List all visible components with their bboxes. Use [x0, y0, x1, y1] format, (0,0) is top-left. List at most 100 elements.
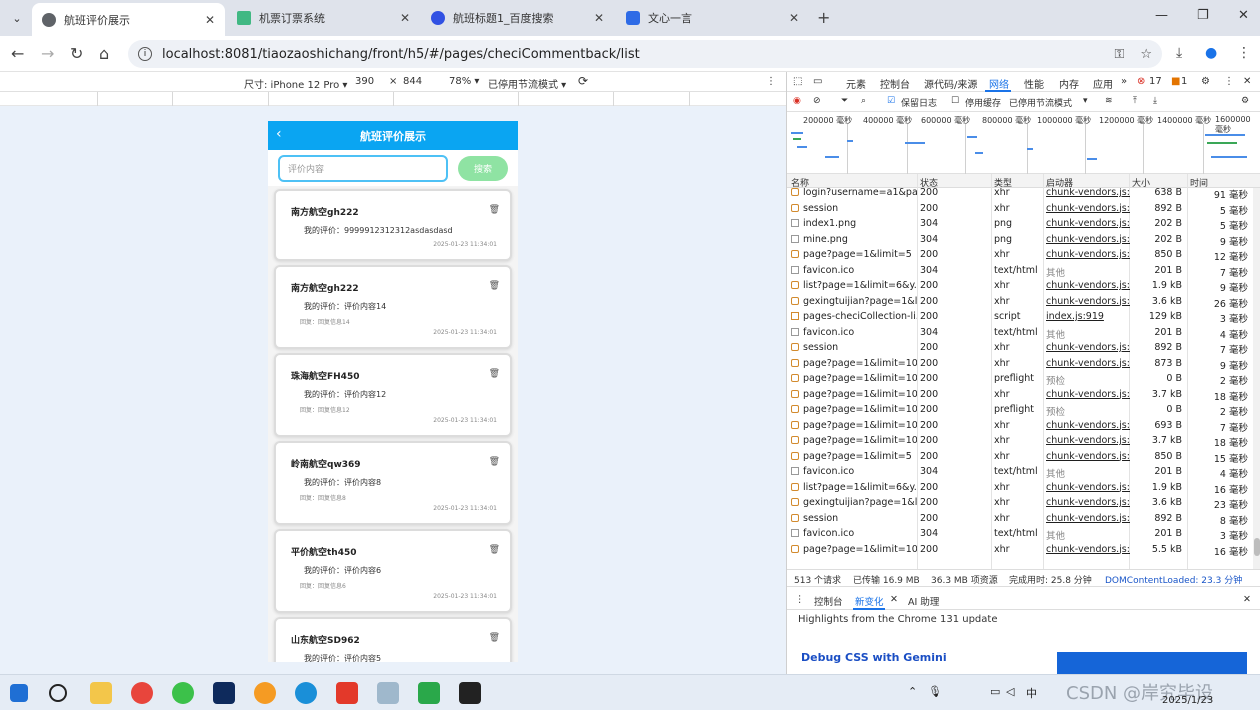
chevron-left-icon[interactable]: ‹	[276, 126, 282, 142]
close-icon[interactable]: ✕	[1243, 76, 1251, 87]
throttle-select[interactable]: 已停用节流模式 ▾	[488, 76, 566, 91]
network-request-row[interactable]: page?page=1&limit=10 200 preflight 预检 0 B 2 毫…	[787, 372, 1253, 388]
back-arrow-icon[interactable]: ←	[11, 44, 24, 63]
network-request-row[interactable]: page?page=1&limit=5 200 xhr chunk-vendors.j…	[787, 450, 1253, 466]
network-request-row[interactable]: page?page=1&limit=10... 200 preflight 预检 0 B…	[787, 403, 1253, 419]
record-icon[interactable]: ◉	[793, 96, 801, 106]
browser-tab[interactable]: 文心一言 ✕	[616, 3, 809, 33]
photoshop-icon[interactable]	[213, 682, 235, 704]
wps-icon[interactable]	[336, 682, 358, 704]
key-icon[interactable]: ⚿	[1114, 47, 1124, 62]
request-initiator[interactable]: chunk-vendors.js:14	[1046, 451, 1130, 462]
tab-console[interactable]: 控制台	[880, 76, 910, 91]
request-initiator[interactable]: chunk-vendors.js:14	[1046, 188, 1130, 198]
rotate-icon[interactable]: ⟳	[578, 74, 588, 88]
clock-date[interactable]: 2025/1/23	[1162, 695, 1213, 706]
request-initiator[interactable]: 其他	[1046, 327, 1130, 341]
request-initiator[interactable]: chunk-vendors.js:14	[1046, 249, 1130, 260]
network-request-row[interactable]: login?username=a1&pa... 200 xhr chunk-vendo…	[787, 188, 1253, 202]
network-request-row[interactable]: gexingtuijian?page=1&l... 200 xhr chunk-ven…	[787, 496, 1253, 512]
error-count[interactable]: 17	[1149, 76, 1162, 87]
network-request-row[interactable]: favicon.ico 304 text/html 其他 201 B 4 毫秒	[787, 326, 1253, 342]
volume-icon[interactable]: ◁	[1006, 685, 1014, 698]
feature-link[interactable]: Debug CSS with Gemini	[801, 651, 947, 664]
minimize-icon[interactable]: —	[1155, 8, 1168, 23]
network-request-row[interactable]: session 200 xhr chunk-vendors.js:14 892 B 7 毫…	[787, 341, 1253, 357]
drawer-tab-whats-new[interactable]: 新变化	[855, 594, 884, 608]
trash-icon[interactable]: 🗑	[489, 205, 500, 215]
trash-icon[interactable]: 🗑	[489, 369, 500, 379]
url-text[interactable]: localhost:8081/tiaozaoshichang/front/h5/…	[162, 47, 1098, 62]
close-icon[interactable]: ✕	[594, 11, 604, 25]
network-request-row[interactable]: page?page=1&limit=10 200 xhr chunk-vendors.…	[787, 434, 1253, 450]
comment-card[interactable]: 南方航空gh222 🗑 我的评价：9999912312312asdasdasd …	[274, 189, 512, 261]
device-toggle-icon[interactable]: ▭	[813, 76, 822, 87]
hbuilder-icon[interactable]	[418, 682, 440, 704]
comment-card[interactable]: 岭南航空qw369 🗑 我的评价：评价内容8 回复：回复信息8 2025-01-…	[274, 441, 512, 525]
close-icon[interactable]: ✕	[205, 13, 215, 27]
network-request-row[interactable]: page?page=1&limit=10 200 xhr chunk-vendors.…	[787, 543, 1253, 559]
search-button[interactable]: 搜索	[458, 155, 508, 181]
zoom-select[interactable]: 78% ▾	[449, 76, 479, 87]
more-tabs-icon[interactable]: »	[1121, 76, 1127, 87]
gear-icon[interactable]: ⚙	[1241, 96, 1249, 106]
chrome-icon[interactable]	[131, 682, 153, 704]
windows-start-icon[interactable]	[10, 684, 28, 702]
throttle-select[interactable]: 已停用节流模式	[1009, 96, 1072, 109]
close-icon[interactable]: ✕	[890, 594, 898, 605]
tab-elements[interactable]: 元素	[846, 76, 866, 91]
drawer-close-icon[interactable]: ✕	[1243, 594, 1251, 605]
request-initiator[interactable]: chunk-vendors.js:14	[1046, 420, 1130, 431]
network-request-row[interactable]: page?page=1&limit=5 200 xhr chunk-vendors.j…	[787, 248, 1253, 264]
device-width[interactable]: 390	[355, 76, 374, 87]
close-icon[interactable]: ✕	[400, 11, 410, 25]
request-initiator[interactable]: chunk-vendors.js:14	[1046, 296, 1130, 307]
browser-tab[interactable]: 航班标题1_百度搜索 ✕	[421, 3, 614, 33]
network-request-row[interactable]: gexingtuijian?page=1&l... 200 xhr chunk-ven…	[787, 295, 1253, 311]
download-icon[interactable]: ⤓	[1153, 96, 1157, 106]
network-request-row[interactable]: session 200 xhr chunk-vendors.js:14 892 B 8 毫…	[787, 512, 1253, 528]
device-select[interactable]: 尺寸: iPhone 12 Pro ▾	[244, 76, 347, 91]
network-request-row[interactable]: favicon.ico 304 text/html 其他 201 B 7 毫秒	[787, 264, 1253, 280]
tab-performance[interactable]: 性能	[1024, 76, 1044, 91]
browser-tab-active[interactable]: 航班评价展示 ✕	[32, 3, 225, 36]
request-initiator[interactable]: chunk-vendors.js:14	[1046, 280, 1130, 291]
intellij-icon[interactable]	[459, 682, 481, 704]
more-options-icon[interactable]: ⋮	[1224, 76, 1234, 87]
trash-icon[interactable]: 🗑	[489, 633, 500, 643]
search-icon[interactable]: ⌕	[861, 96, 866, 106]
comment-card[interactable]: 珠海航空FH450 🗑 我的评价：评价内容12 回复：回复信息12 2025-0…	[274, 353, 512, 437]
request-initiator[interactable]: 预检	[1046, 373, 1130, 387]
tab-application[interactable]: 应用	[1093, 76, 1113, 91]
inspect-icon[interactable]: ⬚	[793, 76, 802, 87]
filter-icon[interactable]: ⏷	[841, 96, 848, 106]
request-initiator[interactable]: chunk-vendors.js:14	[1046, 342, 1130, 353]
device-height[interactable]: 844	[403, 76, 422, 87]
network-request-row[interactable]: session 200 xhr chunk-vendors.js:14 892 B 5 毫…	[787, 202, 1253, 218]
edge-icon[interactable]	[295, 682, 317, 704]
download-icon[interactable]: ⤓	[1176, 45, 1182, 61]
window-close-icon[interactable]: ✕	[1238, 8, 1249, 23]
gear-icon[interactable]: ⚙	[1201, 76, 1210, 87]
warning-count[interactable]: 1	[1181, 76, 1187, 87]
network-overview[interactable]: 200000 毫秒 400000 毫秒 600000 毫秒 800000 毫秒 …	[787, 112, 1260, 174]
comment-card[interactable]: 山东航空SD962 🗑 我的评价：评价内容5	[274, 617, 512, 662]
drawer-tab-ai[interactable]: AI 助理	[908, 594, 939, 608]
request-initiator[interactable]: chunk-vendors.js:14	[1046, 513, 1130, 524]
search-icon[interactable]	[49, 684, 67, 702]
new-tab-button[interactable]: +	[817, 8, 830, 27]
address-bar[interactable]: i localhost:8081/tiaozaoshichang/front/h…	[128, 40, 1162, 68]
request-initiator[interactable]: chunk-vendors.js:91	[1046, 218, 1130, 229]
clear-icon[interactable]: ⊘	[813, 96, 821, 106]
microphone-icon[interactable]: 🎙	[928, 685, 942, 698]
network-request-row[interactable]: favicon.ico 304 text/html 其他 201 B 4 毫秒	[787, 465, 1253, 481]
network-request-row[interactable]: list?page=1&limit=6&y... 200 xhr chunk-vend…	[787, 481, 1253, 497]
home-icon[interactable]: ⌂	[99, 44, 109, 63]
network-request-row[interactable]: mine.png 304 png chunk-vendors.js:91 202 B 9 …	[787, 233, 1253, 249]
network-request-row[interactable]: list?page=1&limit=6&y... 200 xhr chunk-vend…	[787, 279, 1253, 295]
tab-sources[interactable]: 源代码/来源	[924, 76, 977, 91]
site-info-icon[interactable]: i	[138, 47, 152, 61]
comment-card[interactable]: 南方航空gh222 🗑 我的评价：评价内容14 回复：回复信息14 2025-0…	[274, 265, 512, 349]
request-initiator[interactable]: chunk-vendors.js:14	[1046, 358, 1130, 369]
more-options-icon[interactable]: ⋮	[766, 76, 776, 87]
